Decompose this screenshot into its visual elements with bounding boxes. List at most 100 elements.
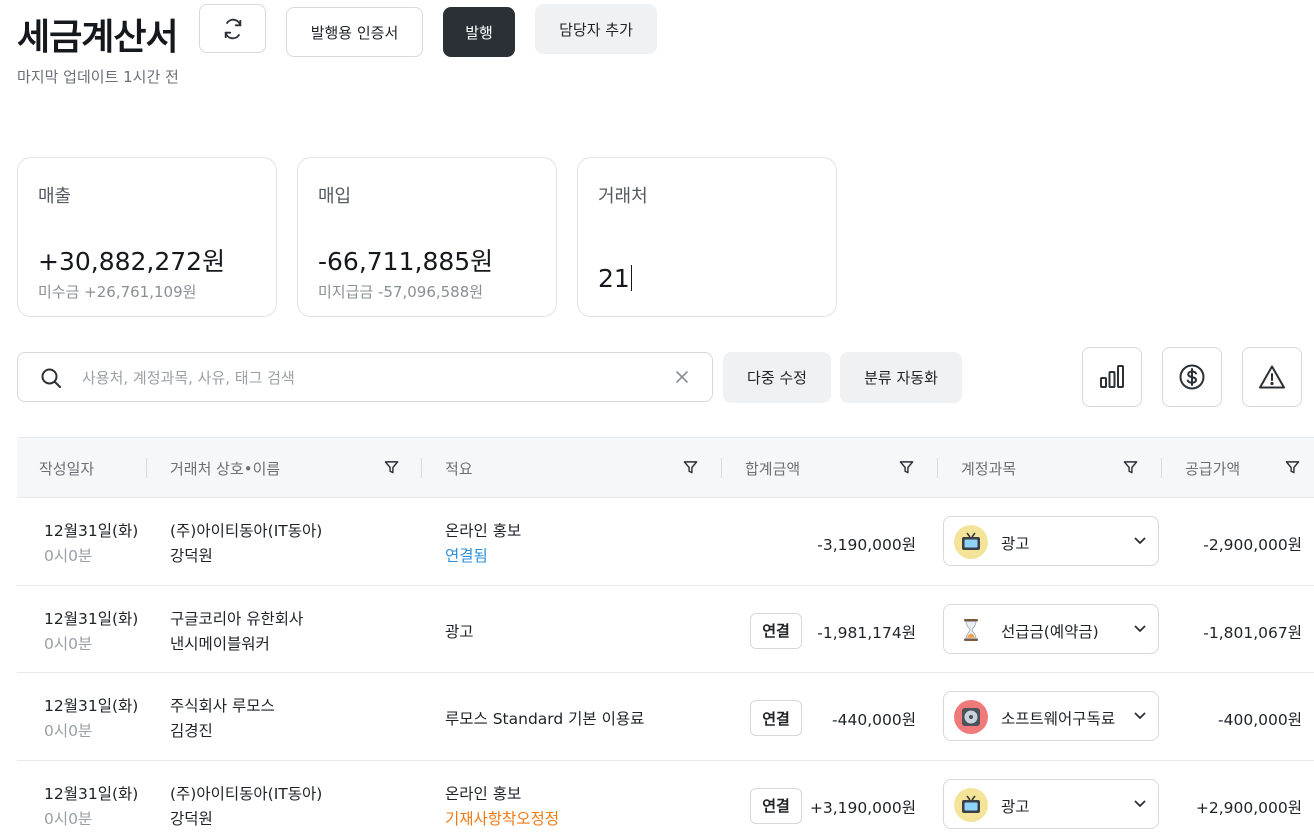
table-row[interactable]: 12월31일(화) 0시0분 (주)아이티동아(IT동아) 강덕원 온라인 홍보 연결됨 -…: [17, 498, 1314, 586]
tax-invoice-table: 작성일자 거래처 상호•이름 적요 합계금액 계정과목 공급가액 12월31일(…: [17, 437, 1314, 838]
column-account[interactable]: 계정과목: [961, 458, 1016, 479]
sales-label: 매출: [38, 186, 72, 207]
row-person: 김경진: [170, 722, 213, 740]
row-supply-amount: -2,900,000원: [1203, 536, 1302, 554]
tv-icon: [954, 525, 988, 559]
page-title: 세금계산서: [17, 17, 179, 58]
hourglass-icon: [954, 612, 988, 647]
link-button[interactable]: 연결: [750, 612, 802, 649]
payment-button[interactable]: [1162, 347, 1222, 407]
partners-value: 21: [598, 264, 630, 293]
tv-icon: [954, 787, 988, 822]
column-divider: [937, 458, 938, 478]
column-supply[interactable]: 공급가액: [1185, 458, 1240, 479]
multi-edit-button[interactable]: 다중 수정: [723, 352, 831, 403]
account-select[interactable]: 선급금(예약금): [943, 603, 1159, 654]
table-header: 작성일자 거래처 상호•이름 적요 합계금액 계정과목 공급가액: [17, 437, 1314, 498]
chevron-down-icon: [1134, 712, 1146, 719]
row-time: 0시0분: [44, 547, 93, 565]
row-person: 강덕원: [170, 547, 213, 565]
receivable-text: 미수금 +26,761,109원: [38, 283, 197, 301]
last-update-text: 마지막 업데이트 1시간 전: [17, 68, 179, 86]
filter-icon[interactable]: [683, 460, 698, 475]
table-body: 12월31일(화) 0시0분 (주)아이티동아(IT동아) 강덕원 온라인 홍보 연결됨 -…: [17, 498, 1314, 838]
row-person: 강덕원: [170, 809, 213, 828]
row-supply-amount: -1,801,067원: [1203, 623, 1302, 642]
filter-icon[interactable]: [1123, 460, 1138, 475]
column-memo[interactable]: 적요: [445, 458, 473, 479]
search-icon: [41, 368, 61, 388]
row-memo: 온라인 홍보: [445, 522, 522, 540]
partners-value-wrap: 21: [598, 264, 632, 293]
issuing-certificate-button[interactable]: 발행용 인증서: [286, 7, 423, 57]
chevron-down-icon: [1134, 625, 1146, 632]
clear-icon[interactable]: [674, 369, 690, 385]
bar-chart-icon: [1100, 365, 1124, 388]
row-person: 낸시메이블워커: [170, 634, 270, 653]
column-divider: [721, 458, 722, 478]
search-box: [17, 352, 713, 402]
row-total-amount: -440,000원: [832, 711, 916, 729]
link-button[interactable]: 연결: [750, 787, 802, 824]
partners-card[interactable]: 거래처 21: [577, 157, 837, 317]
filter-icon[interactable]: [899, 460, 914, 475]
row-memo: 광고: [445, 622, 474, 641]
purchase-value: -66,711,885원: [318, 247, 494, 276]
row-company: (주)아이티동아(IT동아): [170, 784, 323, 803]
account-label: 선급금(예약금): [1001, 622, 1099, 641]
issue-button[interactable]: 발행: [443, 7, 515, 57]
row-total-amount: -3,190,000원: [817, 536, 916, 554]
column-total[interactable]: 합계금액: [745, 458, 800, 479]
row-date: 12월31일(화): [44, 522, 139, 540]
search-input[interactable]: [82, 363, 662, 393]
purchase-card[interactable]: 매입 -66,711,885원 미지급금 -57,096,588원: [297, 157, 557, 317]
account-label: 광고: [1001, 797, 1030, 816]
account-select[interactable]: 소프트웨어구독료: [943, 691, 1159, 741]
row-date: 12월31일(화): [44, 784, 139, 803]
text-caret: [630, 265, 632, 291]
account-select[interactable]: 광고: [943, 516, 1159, 566]
link-button[interactable]: 연결: [750, 700, 802, 736]
chevron-down-icon: [1134, 800, 1146, 807]
refresh-button[interactable]: [199, 4, 266, 53]
column-date[interactable]: 작성일자: [39, 458, 94, 479]
account-select[interactable]: 광고: [943, 778, 1159, 829]
sales-card[interactable]: 매출 +30,882,272원 미수금 +26,761,109원: [17, 157, 277, 317]
row-memo: 온라인 홍보: [445, 784, 522, 803]
column-divider: [146, 458, 147, 478]
column-divider: [421, 458, 422, 478]
row-memo: 루모스 Standard 기본 이용료: [445, 710, 645, 728]
filter-icon[interactable]: [384, 460, 399, 475]
row-company: 주식회사 루모스: [170, 697, 275, 715]
row-time: 0시0분: [44, 722, 93, 740]
row-company: 구글코리아 유한회사: [170, 609, 304, 628]
warning-icon: [1259, 365, 1285, 389]
payable-text: 미지급금 -57,096,588원: [318, 283, 484, 301]
row-total-amount: +3,190,000원: [809, 798, 916, 817]
partners-label: 거래처: [598, 186, 648, 207]
account-label: 광고: [1001, 535, 1030, 553]
filter-icon[interactable]: [1285, 460, 1300, 475]
disc-icon: [954, 700, 988, 734]
row-supply-amount: +2,900,000원: [1195, 798, 1302, 817]
chart-button[interactable]: [1082, 347, 1142, 407]
dollar-icon: [1179, 364, 1205, 390]
account-label: 소프트웨어구독료: [1001, 710, 1116, 728]
table-row[interactable]: 12월31일(화) 0시0분 구글코리아 유한회사 낸시메이블워커 광고 연결 -1,981…: [17, 586, 1314, 673]
refresh-icon: [224, 18, 241, 39]
row-memo-status: 기재사항착오정정: [445, 809, 560, 828]
row-total-amount: -1,981,174원: [817, 623, 916, 642]
row-company: (주)아이티동아(IT동아): [170, 522, 323, 540]
row-time: 0시0분: [44, 809, 93, 828]
auto-classify-button[interactable]: 분류 자동화: [840, 352, 962, 403]
alert-button[interactable]: [1242, 347, 1302, 407]
column-partner[interactable]: 거래처 상호•이름: [170, 458, 280, 479]
column-divider: [1161, 458, 1162, 478]
sales-value: +30,882,272원: [38, 247, 226, 276]
table-row[interactable]: 12월31일(화) 0시0분 주식회사 루모스김경진 루모스 Standard 기본 …: [17, 673, 1314, 761]
chevron-down-icon: [1134, 537, 1146, 544]
row-time: 0시0분: [44, 634, 93, 653]
add-manager-button[interactable]: 담당자 추가: [535, 4, 657, 54]
table-row[interactable]: 12월31일(화) 0시0분 (주)아이티동아(IT동아) 강덕원 온라인 홍보기재사항…: [17, 761, 1314, 838]
row-date: 12월31일(화): [44, 697, 139, 715]
